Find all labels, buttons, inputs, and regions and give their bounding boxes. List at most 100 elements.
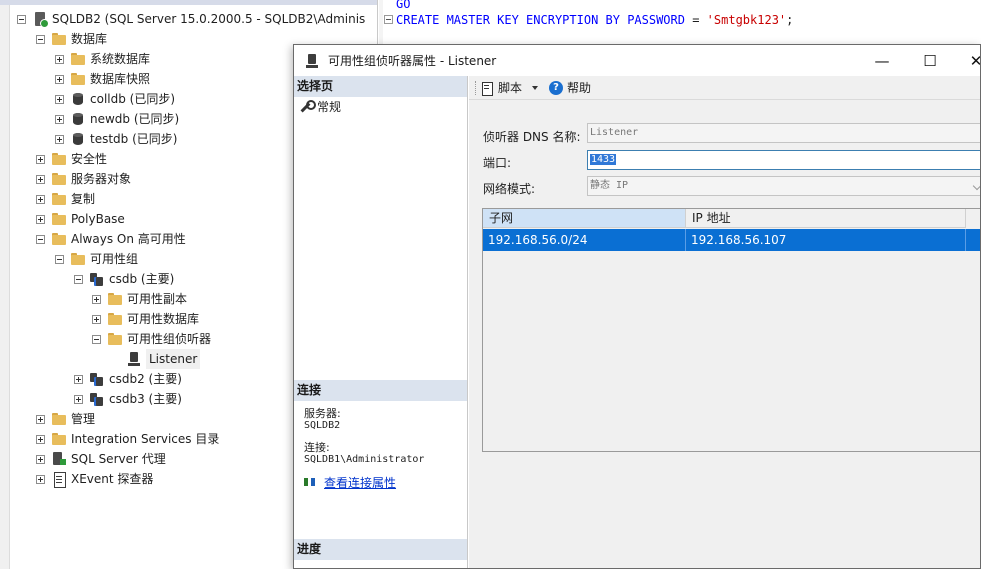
- server-value: SQLDB2: [304, 420, 341, 431]
- tree-node-ag-databases[interactable]: 可用性数据库: [92, 309, 199, 329]
- tree-node-colldb[interactable]: colldb (已同步): [55, 89, 175, 109]
- ip-cell[interactable]: 192.168.56.107: [686, 229, 966, 251]
- node-label: Listener: [146, 349, 201, 369]
- tree-node-replicas[interactable]: 可用性副本: [92, 289, 187, 309]
- expand-toggle[interactable]: [36, 174, 45, 184]
- tree-node-integration-services[interactable]: Integration Services 目录: [36, 429, 219, 449]
- folder-icon: [70, 71, 86, 87]
- explorer-gutter: [0, 5, 10, 569]
- tree-node-csdb3[interactable]: csdb3 (主要): [74, 389, 182, 409]
- tree-node-listener[interactable]: Listener: [111, 349, 201, 369]
- dialog-titlebar[interactable]: 可用性组侦听器属性 - Listener — ☐ ✕: [294, 45, 980, 76]
- code-line-create-key: CREATE MASTER KEY ENCRYPTION BY PASSWORD…: [396, 13, 793, 27]
- table-row[interactable]: 192.168.56.0/24 192.168.56.107: [483, 229, 980, 251]
- dialog-toolbar: 脚本 ? 帮助: [469, 76, 980, 100]
- expand-toggle[interactable]: [74, 374, 83, 384]
- expand-toggle[interactable]: [36, 214, 45, 224]
- expand-toggle[interactable]: [92, 294, 101, 304]
- expand-toggle[interactable]: [36, 434, 45, 444]
- listener-properties-dialog: 可用性组侦听器属性 - Listener — ☐ ✕ 选择页 常规 连接 服务器…: [293, 44, 981, 569]
- connection-value: SQLDB1\Administrator: [304, 454, 425, 465]
- column-header-subnet[interactable]: 子网: [483, 209, 686, 228]
- expand-toggle[interactable]: [36, 474, 45, 484]
- tree-node-xevent[interactable]: XEvent 探查器: [36, 469, 153, 489]
- tree-node-system-dbs[interactable]: 系统数据库: [55, 49, 150, 69]
- tree-node-newdb[interactable]: newdb (已同步): [55, 109, 179, 129]
- tree-node-ag-listeners[interactable]: 可用性组侦听器: [92, 329, 211, 349]
- column-header-ip[interactable]: IP 地址: [686, 209, 966, 228]
- folder-icon: [70, 51, 86, 67]
- expand-toggle[interactable]: [55, 54, 64, 64]
- expand-toggle[interactable]: [36, 454, 45, 464]
- node-label: 数据库快照: [90, 72, 151, 86]
- collapse-toggle[interactable]: [36, 34, 45, 44]
- tree-node-server[interactable]: SQLDB2 (SQL Server 15.0.2000.5 - SQLDB2\…: [17, 9, 365, 29]
- expand-toggle[interactable]: [36, 194, 45, 204]
- expand-toggle[interactable]: [36, 154, 45, 164]
- tree-node-server-objects[interactable]: 服务器对象: [36, 169, 131, 189]
- folder-icon: [51, 151, 67, 167]
- expand-toggle[interactable]: [55, 74, 64, 84]
- folder-icon: [107, 331, 123, 347]
- collapse-toggle[interactable]: [55, 254, 64, 264]
- expand-toggle[interactable]: [92, 314, 101, 324]
- node-label: 可用性组侦听器: [127, 332, 212, 346]
- tree-node-databases[interactable]: 数据库: [36, 29, 107, 49]
- help-button[interactable]: ? 帮助: [541, 79, 591, 96]
- tree-node-availability-groups[interactable]: 可用性组: [55, 249, 138, 269]
- tree-node-security[interactable]: 安全性: [36, 149, 107, 169]
- server-label: SQLDB2 (SQL Server 15.0.2000.5 - SQLDB2\…: [52, 12, 366, 26]
- tree-node-sql-agent[interactable]: SQL Server 代理: [36, 449, 166, 469]
- expand-toggle[interactable]: [55, 114, 64, 124]
- tree-node-replication[interactable]: 复制: [36, 189, 95, 209]
- minimize-button[interactable]: —: [859, 45, 905, 76]
- tree-node-csdb[interactable]: csdb (主要): [74, 269, 174, 289]
- folder-icon: [51, 431, 67, 447]
- tree-node-db-snapshots[interactable]: 数据库快照: [55, 69, 150, 89]
- database-icon: [70, 131, 86, 147]
- tree-node-management[interactable]: 管理: [36, 409, 95, 429]
- chevron-down-icon: [972, 181, 980, 191]
- connection-header: 连接: [294, 380, 467, 401]
- help-icon: ?: [549, 80, 564, 95]
- tree-node-testdb[interactable]: testdb (已同步): [55, 129, 177, 149]
- code-collapse-icon[interactable]: [384, 15, 393, 24]
- node-label: 可用性数据库: [127, 312, 200, 326]
- port-field[interactable]: 1433: [587, 150, 980, 170]
- collapse-toggle[interactable]: [74, 274, 83, 284]
- explorer-toolbar-strip: [0, 0, 377, 5]
- xevent-icon: [51, 471, 67, 488]
- script-button[interactable]: 脚本: [480, 79, 539, 96]
- network-mode-value: 静态 IP: [590, 180, 629, 191]
- network-mode-select[interactable]: 静态 IP: [587, 176, 980, 196]
- collapse-toggle[interactable]: [92, 334, 101, 344]
- view-connection-properties-link[interactable]: 查看连接属性: [324, 474, 396, 491]
- subnet-ip-grid[interactable]: 子网 IP 地址 192.168.56.0/24 192.168.56.107: [482, 208, 980, 452]
- code-keywords: CREATE MASTER KEY ENCRYPTION BY PASSWORD: [396, 13, 685, 27]
- collapse-toggle[interactable]: [17, 14, 26, 24]
- subnet-cell[interactable]: 192.168.56.0/24: [483, 229, 686, 251]
- tree-node-polybase[interactable]: PolyBase: [36, 209, 125, 229]
- node-label: 复制: [71, 192, 96, 206]
- database-icon: [70, 111, 86, 127]
- maximize-button[interactable]: ☐: [907, 45, 953, 76]
- expand-toggle[interactable]: [55, 94, 64, 104]
- close-button[interactable]: ✕: [953, 45, 980, 76]
- node-label: Always On 高可用性: [71, 232, 186, 246]
- listener-icon: [126, 351, 142, 367]
- collapse-toggle[interactable]: [36, 234, 45, 244]
- expand-toggle[interactable]: [36, 414, 45, 424]
- dns-name-field[interactable]: Listener: [587, 123, 980, 143]
- node-label: csdb3 (主要): [109, 392, 182, 406]
- view-connection-properties[interactable]: 查看连接属性: [303, 474, 396, 491]
- script-label: 脚本: [498, 81, 523, 95]
- chevron-down-icon[interactable]: [532, 85, 539, 90]
- expand-toggle[interactable]: [74, 394, 83, 404]
- expand-toggle[interactable]: [55, 134, 64, 144]
- tree-node-csdb2[interactable]: csdb2 (主要): [74, 369, 182, 389]
- folder-icon: [51, 231, 67, 247]
- tree-node-always-on[interactable]: Always On 高可用性: [36, 229, 186, 249]
- wrench-icon: [299, 99, 316, 114]
- port-value: 1433: [590, 154, 617, 165]
- page-general[interactable]: 常规: [299, 98, 341, 115]
